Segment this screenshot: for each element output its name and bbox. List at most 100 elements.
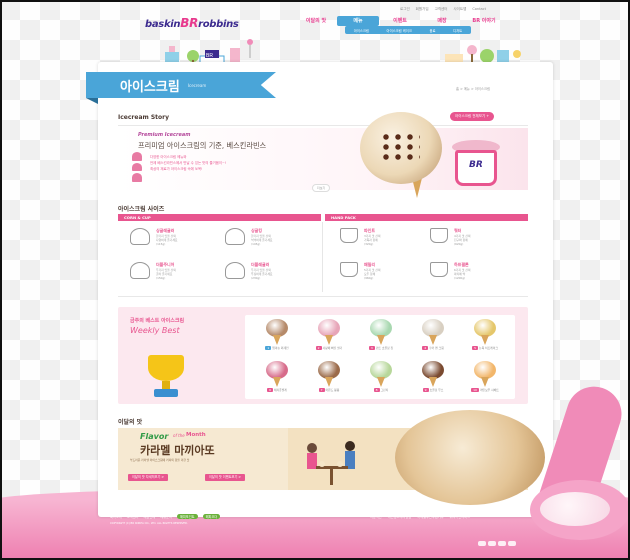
size-text: 더블레귤러 두가지 맛을 선택 푸짐하게 즐기세요 (230g) bbox=[251, 262, 272, 280]
subnav-item[interactable]: 아이스크림 bbox=[354, 28, 369, 33]
rank-label: 4 쿠키 앤 크림 bbox=[409, 346, 457, 350]
all-icecream-button[interactable]: 아이스크림 전체보기 + bbox=[450, 112, 495, 121]
footer-link[interactable]: 제휴문의 bbox=[160, 514, 172, 519]
size-item[interactable]: 더블주니어 두가지 맛을 선택 골라 즐기세요 (150g) bbox=[130, 262, 225, 280]
footer-pill[interactable]: 해피오더 bbox=[202, 514, 221, 519]
subnav-item[interactable]: 디저트 bbox=[453, 28, 462, 33]
footer-link[interactable]: 위치기반서비스 bbox=[450, 514, 471, 519]
subnav-item[interactable]: 아이스크림 케이크 bbox=[387, 28, 412, 33]
weekly-best-item[interactable]: 10 레인보우 샤베트 bbox=[461, 361, 509, 392]
rank-badge: 3 bbox=[368, 346, 375, 350]
footer-link[interactable]: 이용약관 bbox=[370, 514, 382, 519]
size-item[interactable]: 싱글킹 한가지 맛을 선택 넉넉하게 즐기세요 (145g) bbox=[225, 228, 320, 246]
cone-icon bbox=[481, 335, 489, 345]
size-desc: (960g) bbox=[364, 276, 374, 280]
weekly-best-item[interactable]: 6 체리쥬빌레 bbox=[253, 361, 301, 392]
size-text: 쿼터 4가지 맛 선택 친구와 함께 (620g) bbox=[454, 228, 470, 246]
rank-badge: 4 bbox=[422, 346, 429, 350]
cone-size-icon bbox=[225, 262, 245, 279]
hand-pack-bar: HAND PACK bbox=[325, 214, 528, 221]
util-link[interactable]: Contact bbox=[472, 7, 486, 12]
weekly-best-item[interactable]: 3 민트 초콜릿 칩 bbox=[357, 319, 405, 350]
footer-link[interactable]: 고객센터 bbox=[127, 514, 139, 519]
weekly-best-item[interactable]: 8 그린티 bbox=[357, 361, 405, 392]
ribbon-fold bbox=[86, 98, 98, 104]
weekly-best-item[interactable]: 7 아몬드 봉봉 bbox=[305, 361, 353, 392]
flavor-detail-button[interactable]: 이달의 맛 자세히보기 > bbox=[128, 474, 169, 481]
cone-icon bbox=[429, 335, 437, 345]
nav-item[interactable]: 이달의 맛 bbox=[295, 16, 337, 26]
weekly-best-subtitle: Weekly Best bbox=[130, 326, 180, 335]
svg-text:BR: BR bbox=[206, 53, 213, 59]
flavor-event-button[interactable]: 이달의 맛 이벤트보기 > bbox=[205, 474, 246, 481]
size-text: 패밀리 5가지 맛 선택 모두 함께 (960g) bbox=[364, 262, 380, 280]
cone-icon bbox=[273, 377, 281, 387]
weekly-best-item[interactable]: 4 쿠키 앤 크림 bbox=[409, 319, 457, 350]
size-desc: (145g) bbox=[251, 242, 261, 246]
footer-links: 회사소개 고객센터 채용안내 제휴문의 해피포인트 해피오더 bbox=[110, 514, 221, 519]
cup-size-icon bbox=[430, 228, 448, 243]
rank-label: 7 아몬드 봉봉 bbox=[305, 388, 353, 392]
util-link[interactable]: 사이트맵 bbox=[453, 7, 466, 12]
footer-pill[interactable]: 해피포인트 bbox=[176, 514, 198, 519]
footer-link[interactable]: 이메일무단수집거부 bbox=[417, 514, 443, 519]
footer-link[interactable]: 채용안내 bbox=[143, 514, 155, 519]
rank-badge: 6 bbox=[267, 388, 274, 392]
weekly-best-item[interactable]: 2 사랑에 빠진 딸기 bbox=[305, 319, 353, 350]
cone-icon bbox=[377, 335, 385, 345]
size-item[interactable]: 싱글레귤러 한가지 맛을 선택 다양하게 즐기세요 (115g) bbox=[130, 228, 225, 246]
cone-size-icon bbox=[130, 228, 150, 245]
flavor-name: 쿠키 앤 크림 bbox=[429, 346, 444, 350]
scoop-icon bbox=[318, 361, 340, 379]
weekly-best-item[interactable]: 1 엄마는 외계인 bbox=[253, 319, 301, 350]
size-text: 더블주니어 두가지 맛을 선택 골라 즐기세요 (150g) bbox=[156, 262, 176, 280]
copyright: COPYRIGHT (C) BR KOREA CO., LTD. ALL RIG… bbox=[110, 522, 188, 525]
footer-link[interactable]: 개인정보처리방침 bbox=[388, 514, 411, 519]
cone-icon bbox=[481, 377, 489, 387]
size-item[interactable]: 더블레귤러 두가지 맛을 선택 푸짐하게 즐기세요 (230g) bbox=[225, 262, 320, 280]
rank-label: 5 뉴욕 치즈케이크 bbox=[461, 346, 509, 350]
spoon-icecream bbox=[540, 492, 610, 526]
people-illustration bbox=[307, 441, 355, 485]
subnav-item[interactable]: 음료 bbox=[429, 28, 435, 33]
util-link[interactable]: 고객센터 bbox=[435, 7, 448, 12]
size-item[interactable]: 하프갤론 6가지 맛 선택 파티에 딱 (1200g) bbox=[430, 262, 525, 280]
size-item[interactable]: 파인트 3가지 맛 선택 가족과 함께 (320g) bbox=[340, 228, 435, 246]
more-button[interactable]: 더보기 bbox=[312, 184, 331, 192]
cone-icon bbox=[325, 335, 333, 345]
flavor-name: 초콜릿 무스 bbox=[429, 388, 444, 392]
sub-nav: 아이스크림 아이스크림 케이크 음료 디저트 bbox=[345, 26, 471, 34]
footer-link[interactable]: 회사소개 bbox=[110, 514, 122, 519]
weekly-best-item[interactable]: 5 뉴욕 치즈케이크 bbox=[461, 319, 509, 350]
size-item[interactable]: 쿼터 4가지 맛 선택 친구와 함께 (620g) bbox=[430, 228, 525, 246]
scoop-icon bbox=[370, 361, 392, 379]
nav-item[interactable]: 이벤트 bbox=[379, 16, 421, 26]
flavor-name: 아몬드 봉봉 bbox=[325, 388, 340, 392]
size-text: 싱글레귤러 한가지 맛을 선택 다양하게 즐기세요 (115g) bbox=[156, 228, 177, 246]
story-heading: Icecream Story bbox=[118, 114, 170, 121]
nav-item[interactable]: 메뉴 bbox=[337, 16, 379, 26]
brand-logo[interactable]: baskinBRrobbins bbox=[145, 16, 239, 30]
story-bullets: 다양한 아이스크림 메뉴와 언제 베스킨라빈스에서 만날 수 있는 맛의 즐거움… bbox=[150, 154, 226, 172]
rank-badge: 2 bbox=[315, 346, 322, 350]
weekly-best-item[interactable]: 9 초콜릿 무스 bbox=[409, 361, 457, 392]
cone-icon bbox=[377, 377, 385, 387]
util-link[interactable]: 로그인 bbox=[400, 7, 410, 12]
rank-badge: 8 bbox=[373, 388, 380, 392]
size-text: 하프갤론 6가지 맛 선택 파티에 딱 (1200g) bbox=[454, 262, 470, 280]
scoop-icon bbox=[266, 361, 288, 379]
rank-label: 3 민트 초콜릿 칩 bbox=[357, 346, 405, 350]
nav-item[interactable]: 매장 bbox=[421, 16, 463, 26]
sizes-divider bbox=[322, 222, 323, 292]
page-title: 아이스크림 bbox=[120, 79, 180, 95]
rank-label: 8 그린티 bbox=[357, 388, 405, 392]
util-link[interactable]: 회원가입 bbox=[416, 7, 429, 12]
trophy-icon bbox=[146, 355, 186, 399]
flavor-description: 부드러운 카라멜 아이스크림에 커피의 향을 더한 맛 bbox=[130, 458, 190, 462]
nav-item[interactable]: BR 이야기 bbox=[463, 16, 505, 26]
weekly-best-grid: 1 엄마는 외계인 2 사랑에 빠진 딸기 3 민트 초콜릿 칩 4 쿠키 앤 크림 5 뉴욕 치… bbox=[245, 315, 515, 399]
size-desc: (150g) bbox=[156, 276, 166, 280]
cup-size-icon bbox=[340, 262, 358, 277]
size-item[interactable]: 패밀리 5가지 맛 선택 모두 함께 (960g) bbox=[340, 262, 435, 280]
page-title-en: Icecream bbox=[187, 82, 207, 88]
